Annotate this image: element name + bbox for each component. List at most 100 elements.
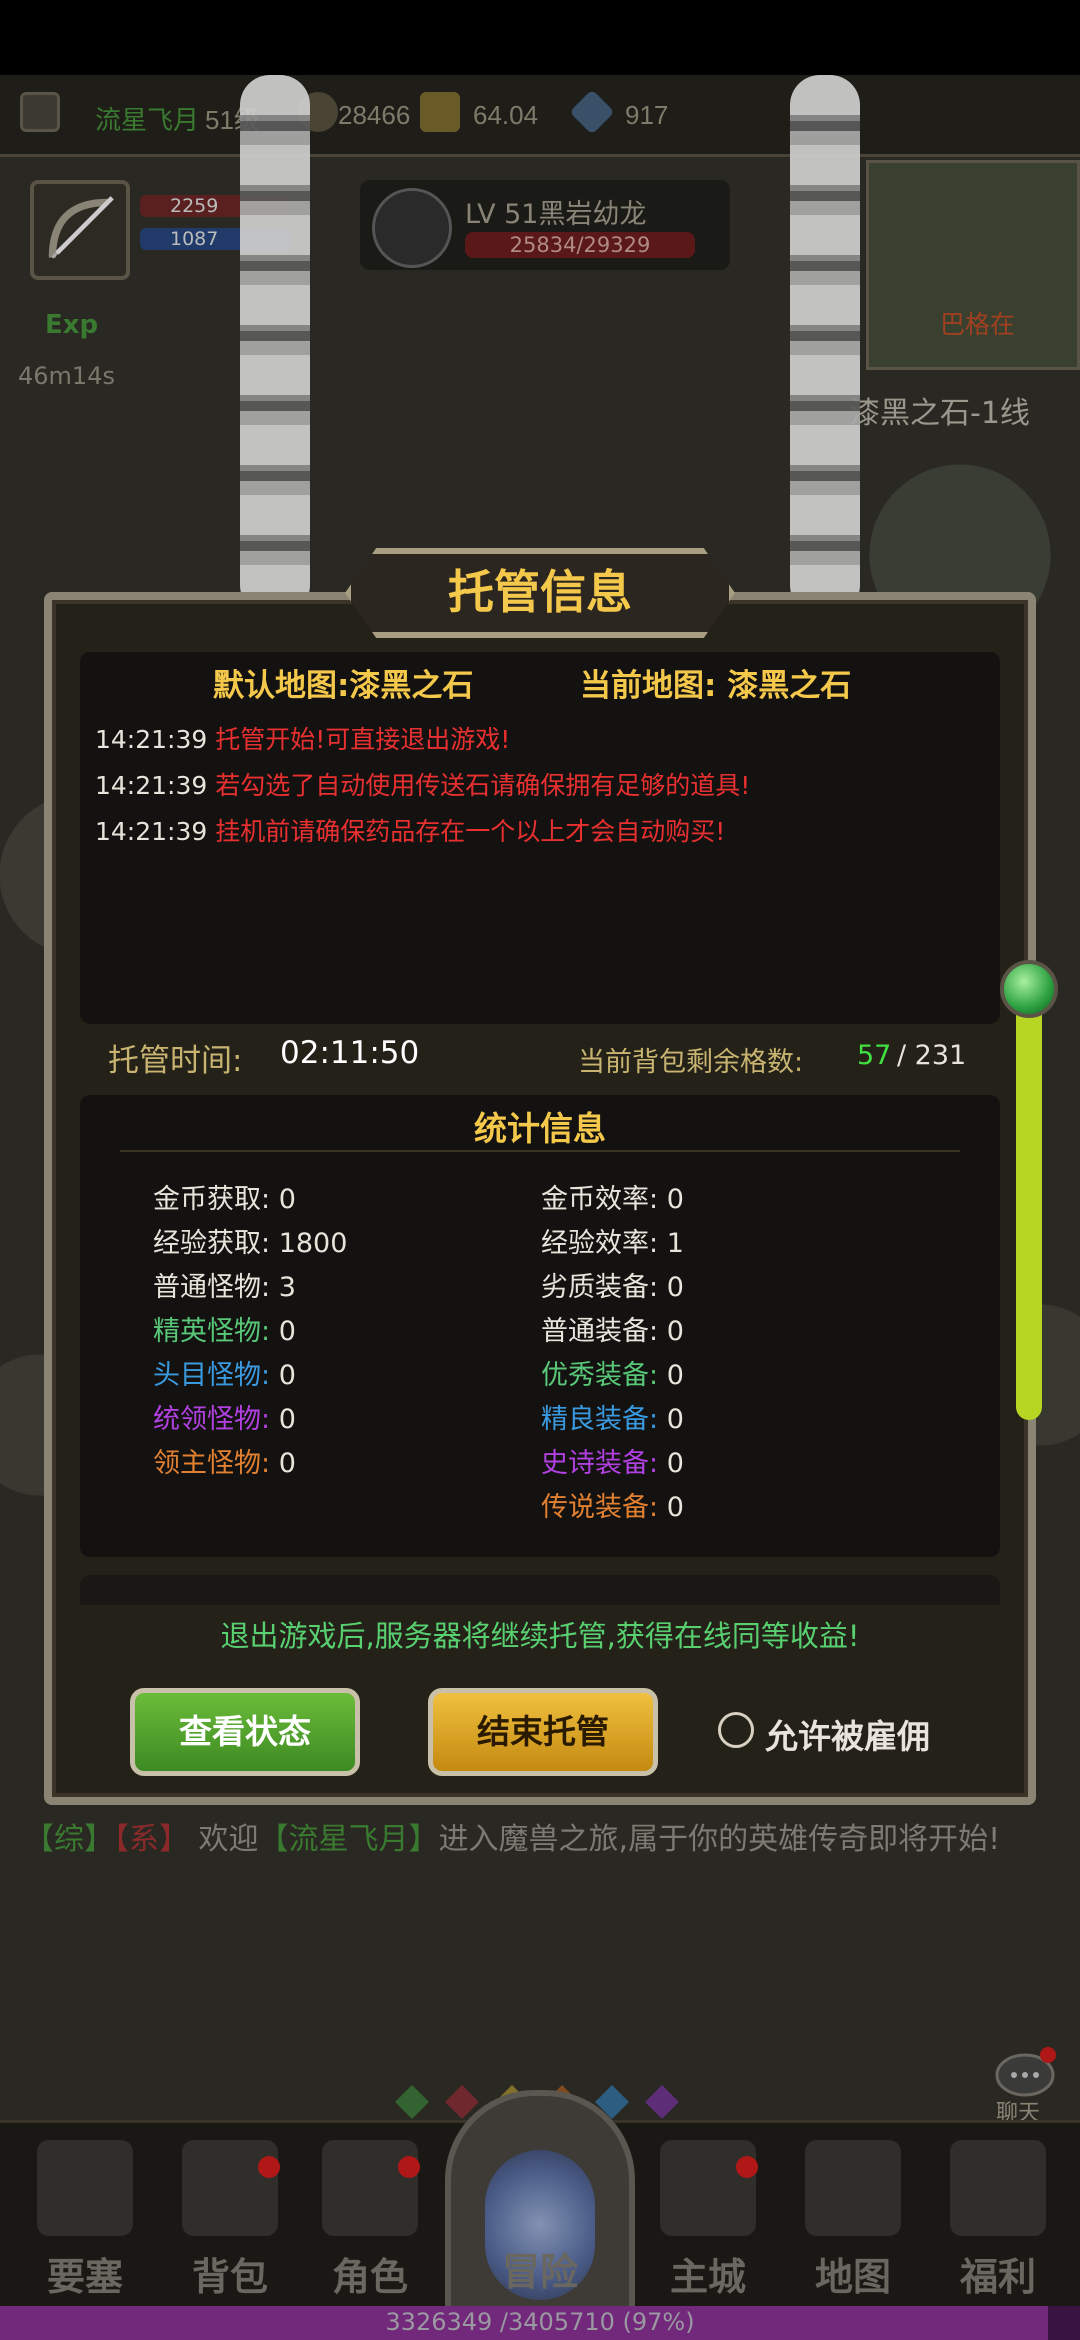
chat-tag-system[interactable]: 【系】 (114, 1822, 189, 1857)
log-line: 14:21:39 挂机前请确保药品存在一个以上才会自动购买! (95, 812, 725, 848)
stat-label: 经验效率: (541, 1228, 659, 1259)
stat-value: 0 (666, 1404, 684, 1435)
stat-value: 0 (666, 1316, 684, 1347)
chat-tag-general[interactable]: 【综】 (24, 1822, 114, 1857)
indicator-diamond (395, 2085, 429, 2119)
player-name: 流星飞月 (95, 105, 200, 135)
nav-label: 要塞 (46, 2255, 123, 2299)
allow-hire-label[interactable]: 允许被雇佣 (765, 1710, 930, 1758)
stat-boss-monsters: 头目怪物: 0 (153, 1353, 296, 1392)
log-message: 托管开始!可直接退出游戏! (215, 725, 511, 754)
hero-portrait[interactable] (30, 180, 130, 280)
monster-target-box[interactable]: LV 51黑岩幼龙 25834/29329 (360, 180, 730, 270)
map-line-label[interactable]: 漆黑之石-1线 (850, 388, 1030, 432)
log-message: 若勾选了自动使用传送石请确保拥有足够的道具! (215, 771, 751, 800)
stat-label: 普通装备: (541, 1316, 659, 1347)
log-time: 14:21:39 (95, 771, 208, 800)
castle-icon (660, 2140, 756, 2236)
stat-normal-equipment: 普通装备: 0 (541, 1309, 684, 1348)
stat-lord-monsters: 领主怪物: 0 (153, 1441, 296, 1480)
stat-normal-monsters: 普通怪物: 3 (153, 1265, 296, 1304)
stat-value: 0 (666, 1272, 684, 1303)
right-chain (790, 75, 860, 615)
log-time: 14:21:39 (95, 817, 208, 846)
scroll-map-icon (805, 2140, 901, 2236)
nav-label: 角色 (331, 2255, 408, 2299)
stat-value: 0 (278, 1316, 296, 1347)
stat-label: 普通怪物: (153, 1272, 271, 1303)
view-status-button[interactable]: 查看状态 (130, 1688, 360, 1776)
gift-icon (950, 2140, 1046, 2236)
monster-hp-bar: 25834/29329 (465, 232, 695, 258)
log-time: 14:21:39 (95, 725, 208, 754)
stat-value: 3 (278, 1272, 296, 1303)
nav-character[interactable]: 角色 (310, 2140, 430, 2310)
stat-value: 0 (666, 1184, 684, 1215)
left-chain (240, 75, 310, 615)
stat-label: 领主怪物: (153, 1448, 271, 1479)
nav-backpack[interactable]: 背包 (170, 2140, 290, 2310)
log-line: 14:21:39 托管开始!可直接退出游戏! (95, 720, 510, 756)
scrollbar-track[interactable] (1016, 1000, 1042, 1420)
stat-gold-gained: 金币获取: 0 (153, 1177, 296, 1216)
coin-stack-icon[interactable] (420, 92, 460, 132)
stat-value: 1 (666, 1228, 684, 1259)
offline-note: 退出游戏后,服务器将继续托管,获得在线同等收益! (220, 1619, 860, 1653)
nav-label: 主城 (669, 2255, 746, 2299)
stat-value: 0 (666, 1360, 684, 1391)
dialog-title: 托管信息 (448, 565, 632, 619)
bow-icon[interactable] (20, 92, 60, 132)
stat-label: 统领怪物: (153, 1404, 271, 1435)
currency-amount: 64.04 (473, 100, 539, 130)
gold-amount: 28466 (338, 100, 411, 130)
nav-fortress[interactable]: 要塞 (25, 2140, 145, 2310)
exp-label: Exp (45, 310, 99, 340)
stat-label: 优秀装备: (541, 1360, 659, 1391)
nav-label: 福利 (959, 2255, 1036, 2299)
bag-free-slots: 57 (857, 1040, 892, 1071)
allow-hire-radio[interactable] (718, 1712, 754, 1748)
end-hosting-button[interactable]: 结束托管 (428, 1688, 658, 1776)
chat-prefix: 欢迎 (198, 1822, 259, 1857)
notification-badge (398, 2156, 420, 2178)
nav-main-city[interactable]: 主城 (648, 2140, 768, 2310)
bow-weapon-icon (48, 196, 114, 259)
stat-exp-rate: 经验效率: 1 (541, 1221, 684, 1260)
stat-value: 0 (666, 1492, 684, 1523)
stat-value: 0 (666, 1448, 684, 1479)
stat-label: 精英怪物: (153, 1316, 271, 1347)
bag-slots-label: 当前背包剩余格数: (578, 1047, 804, 1078)
stat-value: 0 (278, 1404, 296, 1435)
exp-timer: 46m14s (18, 362, 115, 390)
log-line: 14:21:39 若勾选了自动使用传送石请确保拥有足够的道具! (95, 766, 750, 802)
nav-label: 冒险 (501, 2250, 578, 2294)
nav-map[interactable]: 地图 (793, 2140, 913, 2310)
hosting-time-label: 托管时间: (108, 1043, 243, 1079)
stat-elite-monsters: 精英怪物: 0 (153, 1309, 296, 1348)
stats-divider (120, 1150, 960, 1152)
xp-progress-text: 3326349 /3405710 (97%) (385, 2308, 695, 2336)
current-map-label: 当前地图: 漆黑之石 (580, 668, 852, 704)
notification-badge (736, 2156, 758, 2178)
stat-gold-rate: 金币效率: 0 (541, 1177, 684, 1216)
stat-legendary-equipment: 传说装备: 0 (541, 1485, 684, 1524)
chat-player-name[interactable]: 【流星飞月】 (259, 1822, 439, 1857)
bag-total-slots: / 231 (897, 1040, 967, 1071)
stat-label: 金币获取: (153, 1184, 271, 1215)
dragon-icon (372, 188, 452, 268)
stat-value: 0 (278, 1184, 296, 1215)
stat-epic-equipment: 史诗装备: 0 (541, 1441, 684, 1480)
log-message: 挂机前请确保药品存在一个以上才会自动购买! (215, 817, 726, 846)
stat-label: 精良装备: (541, 1404, 659, 1435)
backpack-icon (182, 2140, 278, 2236)
scrollbar-thumb[interactable] (1000, 960, 1058, 1018)
indicator-diamond (645, 2085, 679, 2119)
nav-welfare[interactable]: 福利 (938, 2140, 1058, 2310)
stat-label: 金币效率: (541, 1184, 659, 1215)
stat-value: 1800 (278, 1228, 348, 1259)
stat-exp-gained: 经验获取: 1800 (153, 1221, 347, 1260)
default-map-label: 默认地图:漆黑之石 (213, 668, 474, 704)
stat-commander-monsters: 统领怪物: 0 (153, 1397, 296, 1436)
stat-label: 经验获取: (153, 1228, 271, 1259)
hero-hp-value: 2259 (170, 195, 219, 217)
